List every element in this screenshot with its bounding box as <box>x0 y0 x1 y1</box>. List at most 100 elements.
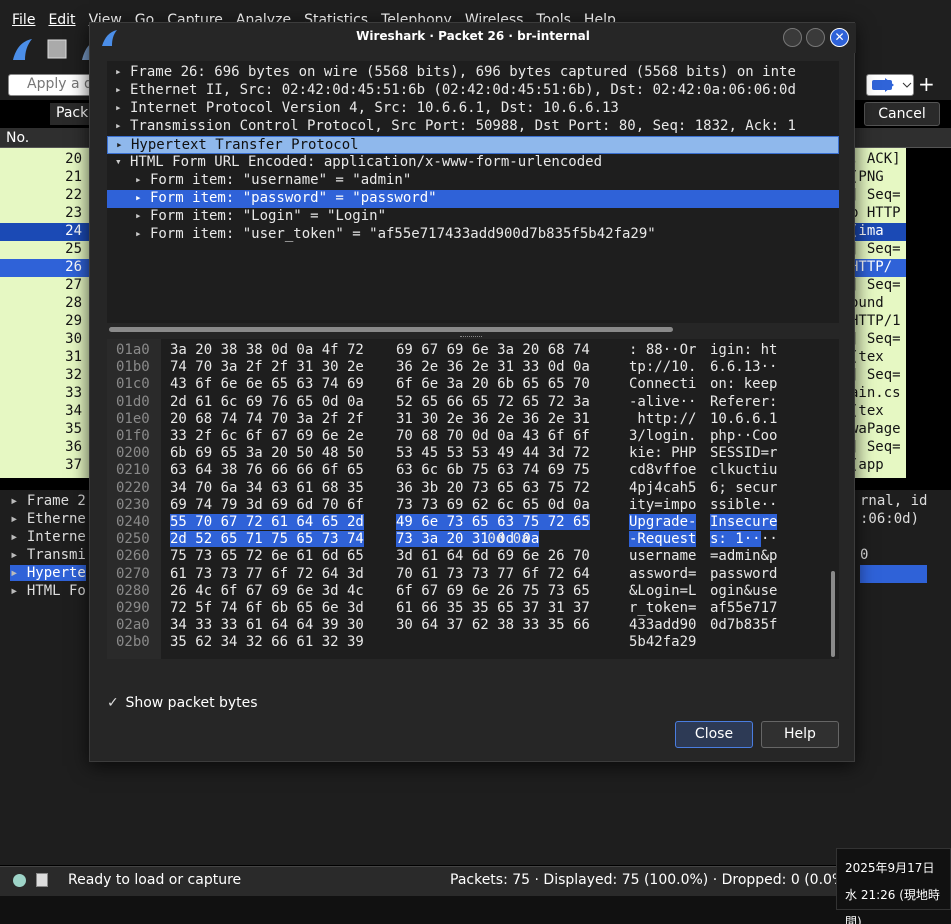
menu-edit[interactable]: Edit <box>48 12 85 30</box>
hex-bytes-right[interactable]: 30 64 37 62 38 33 35 66 <box>396 617 590 633</box>
ascii-right[interactable]: igin: ht <box>710 342 777 358</box>
collapsed-arrow-icon[interactable]: ▸ <box>115 83 122 96</box>
ascii-right[interactable]: php··Coo <box>710 428 777 444</box>
tree-node[interactable]: ▸ Transmission Control Protocol, Src Port… <box>107 118 839 136</box>
hex-bytes-right[interactable]: 63 6c 6b 75 63 74 69 75 <box>396 462 590 478</box>
detail-line[interactable]: ▸ Transmi <box>10 547 86 563</box>
add-filter-button[interactable]: + <box>918 72 935 96</box>
hex-bytes-right[interactable]: 61 66 35 35 65 37 31 37 <box>396 600 590 616</box>
hex-row[interactable]: 0290 72 5f 74 6f 6b 65 6e 3d 61 66 35 35 6… <box>107 600 839 617</box>
ascii-right[interactable]: 6; secur <box>710 480 777 496</box>
apply-filter-button[interactable] <box>866 74 914 96</box>
shark-fin-start-icon[interactable] <box>10 36 36 62</box>
detail-line[interactable]: ▸ Frame 2 <box>10 493 86 509</box>
packet-bytes-pane[interactable]: 01a0 3a 20 38 38 0d 0a 4f 72 69 67 69 6e 3… <box>107 339 839 659</box>
collapsed-arrow-icon[interactable]: ▸ <box>135 191 142 204</box>
close-window-button[interactable]: ✕ <box>830 28 849 47</box>
ascii-right[interactable]: s: 1·· <box>710 531 761 548</box>
hex-bytes-left[interactable]: 61 73 73 77 6f 72 64 3d <box>170 566 364 582</box>
ascii-right[interactable]: ogin&use <box>710 583 777 599</box>
hex-bytes-right[interactable]: 73 73 69 62 6c 65 0d 0a <box>396 497 590 513</box>
hex-row[interactable]: 0260 75 73 65 72 6e 61 6d 65 3d 61 64 6d 6… <box>107 548 839 565</box>
system-clock[interactable]: 2025年9月17日 水 21:26 (現地時間) <box>836 848 951 924</box>
capture-comment-icon[interactable] <box>36 873 48 887</box>
ascii-right[interactable]: clkuctiu <box>710 462 777 478</box>
ascii-right[interactable]: ssible·· <box>710 497 777 513</box>
ascii-left[interactable]: cd8vffoe <box>629 462 696 478</box>
hex-row[interactable]: 01b0 74 70 3a 2f 2f 31 30 2e 36 2e 36 2e 3… <box>107 359 839 376</box>
checkmark-icon[interactable]: ✓ <box>107 695 121 711</box>
hex-bytes-right[interactable]: 6f 67 69 6e 26 75 73 65 <box>396 583 590 599</box>
show-packet-bytes-checkbox[interactable]: ✓ Show packet bytes <box>107 695 258 711</box>
ascii-left[interactable]: r_token= <box>629 600 696 616</box>
hex-row[interactable]: 02a0 34 33 33 61 64 64 39 30 30 64 37 62 3… <box>107 617 839 634</box>
ascii-left[interactable]: http:// <box>629 411 696 427</box>
hex-bytes-right[interactable]: 3d 61 64 6d 69 6e 26 70 <box>396 548 590 564</box>
dialog-titlebar[interactable]: Wireshark · Packet 26 · br-internal ✕ <box>90 23 856 53</box>
hex-row[interactable]: 01c0 43 6f 6e 6e 65 63 74 69 6f 6e 3a 20 6… <box>107 376 839 393</box>
hex-bytes-right[interactable]: 53 45 53 53 49 44 3d 72 <box>396 445 590 461</box>
ascii-left[interactable]: Upgrade- <box>629 514 697 530</box>
tree-node[interactable]: ▸ Hypertext Transfer Protocol <box>107 136 839 154</box>
hex-bytes-right[interactable]: 6f 6e 3a 20 6b 65 65 70 <box>396 376 590 392</box>
hex-bytes-right[interactable]: 49 6e 73 65 63 75 72 65 <box>396 514 590 530</box>
ascii-right[interactable]: 6.6.13·· <box>710 359 777 375</box>
ascii-left[interactable]: username <box>629 548 696 564</box>
hex-bytes-right[interactable]: 52 65 66 65 72 65 72 3a <box>396 394 590 410</box>
hex-bytes-right[interactable]: 36 2e 36 2e 31 33 0d 0a <box>396 359 590 375</box>
ascii-right[interactable]: Insecure <box>710 514 778 530</box>
ascii-right[interactable]: Referer: <box>710 394 777 410</box>
packet-detail-tree[interactable]: ▸ Frame 26: 696 bytes on wire (5568 bits)… <box>107 61 839 323</box>
ascii-left[interactable]: ity=impo <box>629 497 696 513</box>
ascii-left[interactable]: tp://10. <box>629 359 696 375</box>
collapsed-arrow-icon[interactable]: ▸ <box>115 101 122 114</box>
tree-node[interactable]: ▸ Frame 26: 696 bytes on wire (5568 bits)… <box>107 64 839 82</box>
bytes-vertical-scrollbar[interactable] <box>831 571 835 657</box>
hex-row[interactable]: 01d0 2d 61 6c 69 76 65 0d 0a 52 65 66 65 7… <box>107 394 839 411</box>
collapsed-arrow-icon[interactable]: ▸ <box>135 227 142 240</box>
hex-bytes-right[interactable]: 70 61 73 73 77 6f 72 64 <box>396 566 590 582</box>
collapsed-arrow-icon[interactable]: ▸ <box>135 173 142 186</box>
hex-bytes-left[interactable]: 69 74 79 3d 69 6d 70 6f <box>170 497 364 513</box>
hex-bytes-right[interactable]: 70 68 70 0d 0a 43 6f 6f <box>396 428 590 444</box>
display-filter-input[interactable]: Apply a d <box>8 74 98 96</box>
collapsed-arrow-icon[interactable]: ▸ <box>115 119 122 132</box>
hex-row[interactable]: 0240 55 70 67 72 61 64 65 2d 49 6e 73 65 6… <box>107 514 839 531</box>
tree-node[interactable]: ▸ Form item: "username" = "admin" <box>107 172 839 190</box>
cancel-button[interactable]: Cancel <box>864 102 940 126</box>
tree-node[interactable]: ▸ Form item: "Login" = "Login" <box>107 208 839 226</box>
hex-row[interactable]: 0250 2d 52 65 71 75 65 73 74 73 3a 20 31 0… <box>107 531 839 548</box>
hex-bytes-left[interactable]: 75 73 65 72 6e 61 6d 65 <box>170 548 364 564</box>
hex-bytes-right[interactable]: 69 67 69 6e 3a 20 68 74 <box>396 342 590 358</box>
hex-row[interactable]: 0220 34 70 6a 34 63 61 68 35 36 3b 20 73 6… <box>107 480 839 497</box>
ascii-left[interactable]: 433add90 <box>629 617 696 633</box>
hex-bytes-left[interactable]: 26 4c 6f 67 69 6e 3d 4c <box>170 583 364 599</box>
hex-bytes-right[interactable]: 36 3b 20 73 65 63 75 72 <box>396 480 590 496</box>
hex-row[interactable]: 01f0 33 2f 6c 6f 67 69 6e 2e 70 68 70 0d 0… <box>107 428 839 445</box>
ascii-right[interactable]: 10.6.6.1 <box>710 411 777 427</box>
ascii-left[interactable]: 5b42fa29 <box>629 634 696 650</box>
collapsed-arrow-icon[interactable]: ▸ <box>115 65 122 78</box>
stop-capture-icon[interactable] <box>44 36 70 62</box>
help-button[interactable]: Help <box>761 721 839 748</box>
tree-node[interactable]: ▸ Form item: "user_token" = "af55e717433a… <box>107 226 839 244</box>
hex-row[interactable]: 01e0 20 68 74 74 70 3a 2f 2f 31 30 2e 36 2… <box>107 411 839 428</box>
maximize-button[interactable] <box>806 28 825 47</box>
tree-node[interactable]: ▸ Form item: "password" = "password" <box>107 190 839 208</box>
hex-bytes-left[interactable]: 72 5f 74 6f 6b 65 6e 3d <box>170 600 364 616</box>
hex-row[interactable]: 0210 63 64 38 76 66 66 6f 65 63 6c 6b 75 6… <box>107 462 839 479</box>
ascii-left[interactable]: 4pj4cah5 <box>629 480 696 496</box>
ascii-left[interactable]: &Login=L <box>629 583 696 599</box>
ascii-right[interactable]: on: keep <box>710 376 777 392</box>
hex-bytes-left[interactable]: 63 64 38 76 66 66 6f 65 <box>170 462 364 478</box>
hex-bytes-left[interactable]: 74 70 3a 2f 2f 31 30 2e <box>170 359 364 375</box>
hex-row[interactable]: 0280 26 4c 6f 67 69 6e 3d 4c 6f 67 69 6e 2… <box>107 583 839 600</box>
ascii-left[interactable]: -Request <box>629 531 697 548</box>
column-no[interactable]: No. <box>6 130 29 146</box>
detail-line[interactable]: ▸ HTML Fo <box>10 583 86 599</box>
minimize-button[interactable] <box>783 28 802 47</box>
hex-bytes-left[interactable]: 20 68 74 74 70 3a 2f 2f <box>170 411 364 427</box>
ascii-left[interactable]: 3/login. <box>629 428 696 444</box>
ascii-right[interactable]: SESSID=r <box>710 445 777 461</box>
hex-bytes-left[interactable]: 6b 69 65 3a 20 50 48 50 <box>170 445 364 461</box>
